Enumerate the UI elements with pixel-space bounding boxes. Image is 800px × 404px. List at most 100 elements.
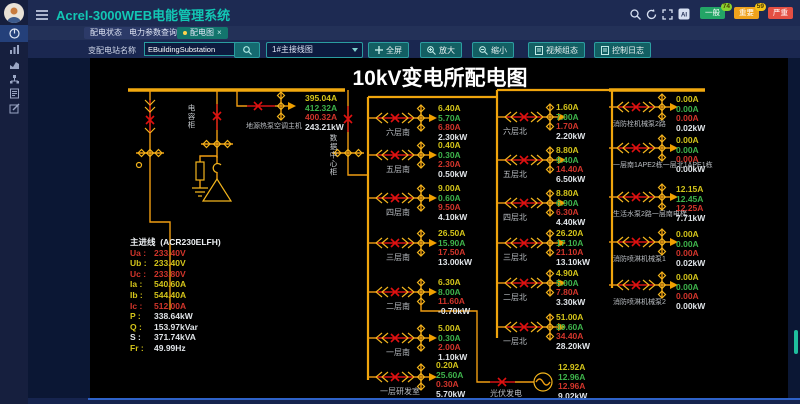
feeder-label: 一层南1APE2栋一层北1APE1栋 [613, 160, 713, 170]
feeder-values: 51.00A39.60A34.40A28.20kW [556, 313, 590, 351]
tab-distribution-diagram[interactable]: 配电图 × [177, 27, 228, 39]
diagram-select[interactable]: 1#主接线图 [266, 42, 363, 58]
fullscreen-button[interactable]: 全屏 [368, 42, 409, 58]
button-label: 视频组态 [546, 44, 578, 57]
feeder-values: 0.00A0.00A0.00A0.00kW [676, 273, 705, 311]
incoming-row: Q :153.97kVar [130, 322, 221, 333]
incoming-row: Ub :233.40V [130, 258, 221, 269]
toolbar: 变配电站名称 1#主接线图 全屏 放大 缩小 视频组态 控制日志 [28, 40, 800, 58]
incoming-row: P :338.64kW [130, 311, 221, 322]
zoom-out-icon [479, 46, 488, 55]
feeder-values: 26.50A15.90A17.50A13.00kW [438, 229, 472, 267]
diagram-canvas: 10kV变电所配电图 主进线 (ACR230ELFH) Ua :233.40V … [90, 58, 788, 398]
incoming-row: S :371.74kVA [130, 332, 221, 343]
search-icon [243, 46, 252, 55]
feeder-label: 消防喷淋机械泵1 [613, 254, 666, 264]
svg-text:AI: AI [681, 13, 687, 19]
edit-icon [9, 103, 20, 114]
search-icon[interactable] [630, 7, 641, 25]
tab-label: 电力参数查询 [129, 27, 177, 39]
feeder-values: 5.00A0.30A2.00A1.10kW [438, 324, 467, 362]
zoom-in-button[interactable]: 放大 [420, 42, 462, 58]
active-dot-icon [183, 31, 187, 35]
button-label: 全屏 [386, 44, 402, 57]
incoming-data-panel: 主进线 (ACR230ELFH) Ua :233.40V Ub :233.40V… [130, 237, 221, 354]
alarm-badge-general[interactable]: 一般 74 [700, 7, 725, 19]
feeder-label: 五层北 [503, 169, 527, 180]
feeder-label: 消防喷淋机械泵2 [613, 297, 666, 307]
station-search-input[interactable] [144, 42, 236, 56]
feeder-values: 0.40A0.30A2.30A0.50kW [438, 141, 467, 179]
alarm-badge-critical[interactable]: 严重 [768, 7, 793, 19]
feeder-label: 一层研发室 [380, 386, 420, 397]
control-log-button[interactable]: 控制日志 [594, 42, 651, 58]
avatar-icon [4, 3, 24, 23]
feeder-label: 二层北 [503, 292, 527, 303]
ai-icon[interactable]: AI [678, 7, 690, 25]
feeder-label: 三层南 [386, 252, 410, 263]
feeder-values: 6.30A8.00A11.60A-0.70kW [438, 278, 470, 316]
feeder-values: 0.20A25.60A0.30A5.70kW [436, 361, 465, 399]
search-button[interactable] [234, 42, 260, 58]
vertical-scrollbar[interactable] [794, 330, 798, 354]
feeder-values: 395.04A 412.32A 400.32A 243.21kW [305, 94, 344, 132]
feeder-values: 0.00A0.00A0.00A0.02kW [676, 230, 705, 268]
incoming-row: Ib :544.40A [130, 290, 221, 301]
feeder-label: 五层南 [386, 164, 410, 175]
header: Acrel-3000WEB电能管理系统 AI 一般 74 重要 59 严重 [28, 0, 800, 26]
feeder-label: 六层南 [386, 127, 410, 138]
close-icon[interactable]: × [217, 27, 222, 39]
alarm-badge-important[interactable]: 重要 59 [734, 7, 759, 19]
zoom-out-button[interactable]: 缩小 [472, 42, 514, 58]
feeder-values: 4.90A5.00A7.80A3.30kW [556, 269, 585, 307]
incoming-row: Fr :49.99Hz [130, 343, 221, 354]
feeder-values: 26.20A17.10A21.10A13.10kW [556, 229, 590, 267]
feeder-label: 三层北 [503, 252, 527, 263]
alarm-badge-label: 一般 [705, 8, 720, 17]
button-label: 放大 [439, 44, 455, 57]
area-chart-icon [9, 59, 20, 70]
alarm-badge-count: 74 [721, 3, 732, 11]
refresh-icon[interactable] [646, 7, 657, 25]
tab-power-status[interactable]: 配电状态 [84, 27, 128, 39]
feeder-label: 六层北 [503, 126, 527, 137]
power-icon [9, 28, 20, 39]
document-icon [601, 46, 609, 55]
fullscreen-icon[interactable] [662, 7, 673, 25]
station-name-label: 变配电站名称 [88, 45, 136, 56]
user-avatar[interactable] [4, 3, 24, 23]
feeder-label: 一层南 [386, 347, 410, 358]
feeder-values: 12.92A12.96A12.96A9.02kW [558, 363, 587, 401]
bar-chart-icon [9, 44, 20, 55]
cabinet-label-data-center: 数据中心柜 [328, 134, 339, 177]
button-label: 缩小 [491, 44, 507, 57]
feeder-values: 1.60A7.00A1.70A2.20kW [556, 103, 585, 141]
incoming-row: Ua :233.40V [130, 248, 221, 259]
menu-icon[interactable] [36, 7, 48, 25]
incoming-row: Ia :540.60A [130, 279, 221, 290]
cabinet-label-capacitor: 电容柜 [186, 104, 197, 130]
video-config-button[interactable]: 视频组态 [528, 42, 585, 58]
sidebar-item-edit[interactable] [0, 100, 28, 117]
feeder-label: 消防栓机械泵2路 [613, 119, 666, 129]
alarm-badge-count: 59 [755, 3, 766, 11]
sidebar-item-power-monitor[interactable] [0, 25, 28, 42]
zoom-in-icon [427, 46, 436, 55]
tab-label: 配电图 [190, 27, 214, 39]
incoming-title: 主进线 (ACR230ELFH) [130, 237, 221, 248]
feeder-label: 四层南 [386, 207, 410, 218]
feeder-label: 生活水泵2路一层南电梯 [613, 209, 687, 219]
feeder-values: 8.80A9.40A14.40A6.50kW [556, 146, 585, 184]
app-title: Acrel-3000WEB电能管理系统 [56, 5, 230, 24]
report-icon [9, 88, 20, 99]
tab-label: 配电状态 [90, 27, 122, 39]
bottom-accent-line [88, 398, 800, 400]
sidebar [0, 0, 28, 404]
plus-icon [375, 46, 383, 54]
feeder-values: 0.00A0.00A0.00A0.02kW [676, 95, 705, 133]
chevron-down-icon [352, 48, 358, 52]
incoming-row: Uc :233.80V [130, 269, 221, 280]
feeder-label: 一层北 [503, 336, 527, 347]
feeder-label: 四层北 [503, 212, 527, 223]
feeder-values: 8.80A6.90A6.30A4.40kW [556, 189, 585, 227]
